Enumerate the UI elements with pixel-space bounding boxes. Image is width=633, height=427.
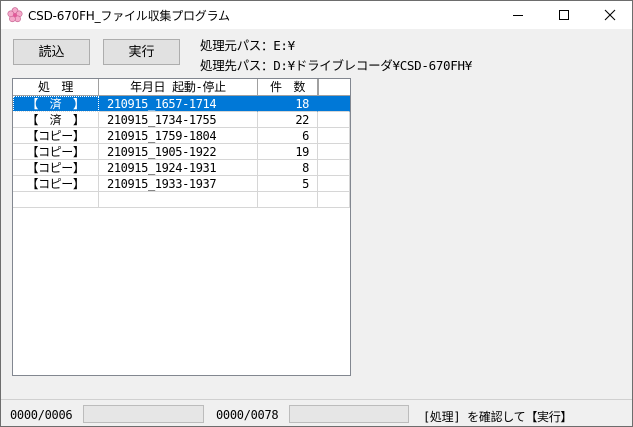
row-datetime: 210915_1734-1755 — [99, 112, 258, 128]
row-datetime: 210915_1759-1804 — [99, 128, 258, 144]
close-button[interactable] — [587, 1, 632, 29]
row-extra — [318, 160, 350, 176]
row-status: 【コピー】 — [13, 160, 99, 176]
row-count: 8 — [258, 160, 318, 176]
table-row[interactable]: 【コピー】 210915_1905-1922 19 — [13, 144, 350, 160]
minimize-icon — [513, 15, 523, 16]
row-status: 【コピー】 — [13, 144, 99, 160]
file-progress-bar — [83, 405, 204, 423]
table-row[interactable]: 【コピー】 210915_1924-1931 8 — [13, 160, 350, 176]
title-bar[interactable]: CSD-670FH_ファイル収集プログラム — [1, 1, 632, 29]
column-header-count[interactable]: 件 数 — [258, 79, 318, 95]
close-icon — [604, 9, 616, 21]
table-row[interactable]: 【 済 】 210915_1734-1755 22 — [13, 112, 350, 128]
total-progress-bar — [289, 405, 409, 423]
row-count: 5 — [258, 176, 318, 192]
source-path-label: 処理元パス：E:¥ — [200, 38, 295, 53]
file-list-view[interactable]: 処 理 年月日 起動-停止 件 数 【 済 】 210915_1657-1714… — [12, 78, 351, 376]
row-datetime: 210915_1924-1931 — [99, 160, 258, 176]
table-row[interactable] — [13, 192, 350, 208]
row-datetime: 210915_1933-1937 — [99, 176, 258, 192]
row-status: 【コピー】 — [13, 128, 99, 144]
sakura-flower-icon — [7, 7, 23, 23]
row-count — [258, 192, 318, 208]
window-title: CSD-670FH_ファイル収集プログラム — [28, 9, 230, 23]
status-message: [処理] を確認して【実行】 — [423, 410, 573, 424]
file-progress-counter: 0000/0006 — [10, 408, 73, 422]
status-bar: 0000/0006 0000/0078 [処理] を確認して【実行】 — [1, 399, 632, 426]
row-status: 【コピー】 — [13, 176, 99, 192]
table-row[interactable]: 【コピー】 210915_1933-1937 5 — [13, 176, 350, 192]
column-header-extra[interactable] — [318, 79, 319, 95]
row-extra — [318, 96, 350, 112]
column-header-datetime[interactable]: 年月日 起動-停止 — [99, 79, 258, 95]
row-status — [13, 192, 99, 208]
row-count: 19 — [258, 144, 318, 160]
list-header: 処 理 年月日 起動-停止 件 数 — [13, 79, 350, 96]
run-button[interactable]: 実行 — [103, 39, 180, 65]
row-count: 18 — [258, 96, 318, 112]
minimize-button[interactable] — [495, 1, 541, 29]
row-count: 22 — [258, 112, 318, 128]
app-window: CSD-670FH_ファイル収集プログラム 読込 実行 処理元パス：E:¥ 処理… — [0, 0, 633, 427]
destination-path-label: 処理先パス：D:¥ドライブレコーダ¥CSD-670FH¥ — [200, 58, 472, 73]
row-extra — [318, 128, 350, 144]
row-count: 6 — [258, 128, 318, 144]
row-status: 【 済 】 — [13, 112, 99, 128]
load-button[interactable]: 読込 — [13, 39, 90, 65]
maximize-button[interactable] — [541, 1, 587, 29]
row-datetime — [99, 192, 258, 208]
row-extra — [318, 112, 350, 128]
row-datetime: 210915_1657-1714 — [99, 96, 258, 112]
table-row[interactable]: 【コピー】 210915_1759-1804 6 — [13, 128, 350, 144]
row-extra — [318, 192, 350, 208]
row-extra — [318, 176, 350, 192]
table-row[interactable]: 【 済 】 210915_1657-1714 18 — [13, 96, 350, 112]
row-extra — [318, 144, 350, 160]
total-progress-counter: 0000/0078 — [216, 408, 279, 422]
maximize-icon — [559, 10, 569, 20]
row-datetime: 210915_1905-1922 — [99, 144, 258, 160]
column-header-status[interactable]: 処 理 — [13, 79, 99, 95]
row-status: 【 済 】 — [13, 96, 99, 112]
